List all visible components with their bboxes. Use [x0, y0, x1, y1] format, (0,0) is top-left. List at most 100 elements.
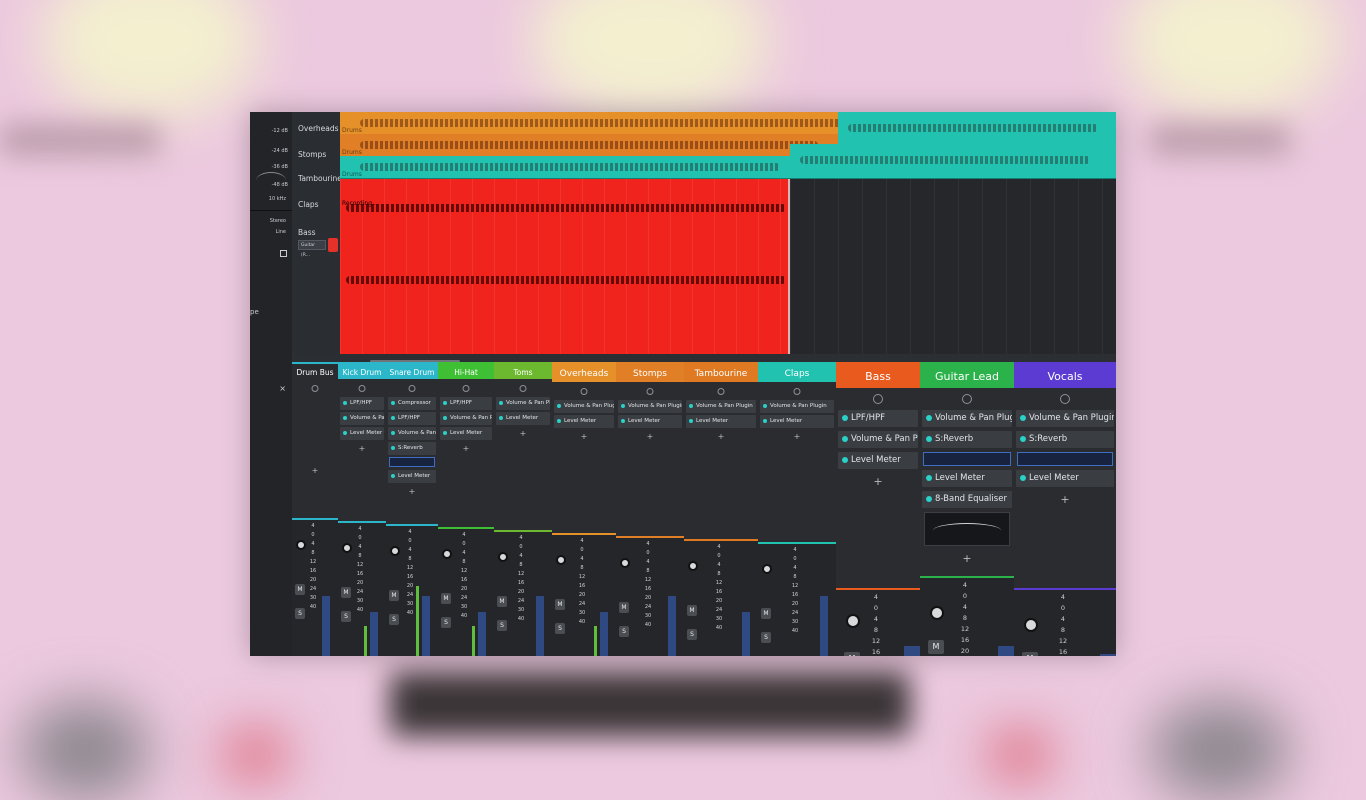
line-label[interactable]: Line — [276, 229, 286, 235]
add-plugin-button[interactable]: + — [758, 432, 836, 441]
plugin-enabled-icon[interactable] — [343, 415, 347, 420]
reverb-level-bar[interactable] — [923, 452, 1011, 466]
mute-button[interactable]: M — [687, 605, 697, 616]
solo-button[interactable]: S — [295, 608, 305, 619]
input-routing-icon[interactable] — [408, 385, 416, 392]
input-routing-icon[interactable] — [311, 385, 319, 392]
plugin-enabled-icon[interactable] — [443, 430, 447, 435]
solo-button[interactable]: S — [389, 614, 399, 625]
pan-knob[interactable] — [762, 564, 772, 574]
solo-button[interactable]: S — [761, 632, 771, 643]
plugin-enabled-icon[interactable] — [557, 418, 561, 423]
input-routing-icon[interactable] — [962, 394, 972, 404]
plugin-enabled-icon[interactable] — [621, 403, 625, 408]
mute-button[interactable]: M — [555, 599, 565, 610]
plugin-slot[interactable]: Level Meter — [618, 415, 682, 428]
solo-button[interactable]: S — [497, 620, 507, 631]
channel-name[interactable]: Stomps — [616, 362, 684, 382]
plugin-slot[interactable]: Volume & Pan Plugin — [686, 400, 756, 413]
track-name[interactable]: Stomps — [298, 150, 326, 159]
add-plugin-button[interactable]: + — [438, 444, 494, 453]
plugin-slot[interactable]: LPF/HPF — [388, 412, 436, 425]
input-routing-icon[interactable] — [1060, 394, 1070, 404]
pan-knob[interactable] — [930, 606, 944, 620]
channel-name[interactable]: Claps — [758, 362, 836, 382]
record-arm-button[interactable] — [328, 238, 338, 252]
plugin-slot[interactable]: LPF/HPF — [838, 410, 918, 427]
mute-button[interactable]: M — [844, 652, 860, 656]
plugin-enabled-icon[interactable] — [689, 418, 693, 423]
plugin-enabled-icon[interactable] — [1020, 414, 1026, 421]
add-plugin-button[interactable]: + — [684, 432, 758, 441]
channel-name[interactable]: Vocals — [1014, 362, 1116, 388]
add-plugin-button[interactable]: + — [386, 487, 438, 496]
plugin-slot[interactable]: Compressor — [388, 397, 436, 410]
plugin-enabled-icon[interactable] — [343, 400, 347, 405]
pan-knob[interactable] — [342, 543, 352, 553]
plugin-slot[interactable]: Volume & Pan Plugin — [496, 397, 550, 410]
plugin-slot[interactable]: Level Meter — [838, 452, 918, 469]
plugin-enabled-icon[interactable] — [443, 400, 447, 405]
channel-name[interactable]: Kick Drum — [338, 362, 386, 379]
add-plugin-button[interactable]: + — [338, 444, 386, 453]
add-plugin-button[interactable]: + — [920, 552, 1014, 565]
plugin-slot[interactable]: Volume & Pan Plugin — [760, 400, 834, 413]
track-lane[interactable]: Drums — [340, 156, 790, 179]
reverb-level-bar[interactable] — [389, 457, 435, 467]
plugin-enabled-icon[interactable] — [763, 418, 767, 423]
mute-button[interactable]: M — [389, 590, 399, 601]
plugin-slot[interactable]: Level Meter — [340, 427, 384, 440]
track-name[interactable]: Claps — [298, 200, 319, 209]
plugin-enabled-icon[interactable] — [842, 456, 848, 463]
input-routing-icon[interactable] — [580, 388, 588, 395]
pan-knob[interactable] — [556, 555, 566, 565]
track-name[interactable]: Tambourine — [298, 174, 342, 183]
arrange-view[interactable]: Overheads Stomps Tambourine Claps Bass Guitar… — [292, 112, 1116, 363]
add-plugin-button[interactable]: + — [1014, 493, 1116, 506]
plugin-enabled-icon[interactable] — [499, 415, 503, 420]
plugin-slot[interactable]: Level Meter — [554, 415, 614, 428]
plugin-enabled-icon[interactable] — [926, 414, 932, 421]
input-routing-icon[interactable] — [793, 388, 801, 395]
plugin-enabled-icon[interactable] — [689, 403, 693, 408]
pan-knob[interactable] — [296, 540, 306, 550]
solo-button[interactable]: S — [441, 617, 451, 628]
stereo-label[interactable]: Stereo — [270, 218, 286, 224]
add-plugin-button[interactable]: + — [494, 429, 552, 438]
pan-knob[interactable] — [498, 552, 508, 562]
mute-button[interactable]: M — [295, 584, 305, 595]
close-icon[interactable]: × — [279, 384, 286, 393]
plugin-enabled-icon[interactable] — [499, 400, 503, 405]
plugin-slot[interactable]: LPF/HPF — [440, 397, 492, 410]
bass-recording-clip[interactable]: Recording... — [340, 178, 790, 354]
plugin-slot[interactable]: Volume & Pan Plugin — [554, 400, 614, 413]
plugin-enabled-icon[interactable] — [557, 403, 561, 408]
input-routing-icon[interactable] — [873, 394, 883, 404]
pan-knob[interactable] — [620, 558, 630, 568]
plugin-slot[interactable]: Level Meter — [686, 415, 756, 428]
mute-button[interactable]: M — [761, 608, 771, 619]
track-lane[interactable]: Drums — [340, 134, 838, 157]
plugin-slot[interactable]: S:Reverb — [1016, 431, 1114, 448]
channel-name[interactable]: Toms — [494, 362, 552, 379]
solo-button[interactable]: S — [619, 626, 629, 637]
plugin-slot[interactable]: Volume & Pan Plugin — [388, 427, 436, 440]
empty-lane[interactable] — [790, 178, 1116, 354]
plugin-slot[interactable]: Volume & Pan Plugin — [922, 410, 1012, 427]
add-plugin-button[interactable]: + — [552, 432, 616, 441]
channel-name[interactable]: Bass — [836, 362, 920, 388]
add-plugin-button[interactable]: + — [292, 466, 338, 475]
plugin-enabled-icon[interactable] — [391, 415, 395, 420]
track-lane[interactable] — [838, 112, 1116, 145]
mute-button[interactable]: M — [619, 602, 629, 613]
plugin-slot[interactable]: Volume & Pan Plugin — [838, 431, 918, 448]
channel-name[interactable]: Tambourine — [684, 362, 758, 382]
channel-name[interactable]: Drum Bus — [292, 362, 338, 379]
plugin-enabled-icon[interactable] — [391, 400, 395, 405]
plugin-enabled-icon[interactable] — [926, 435, 932, 442]
channel-name[interactable]: Snare Drum — [386, 362, 438, 379]
input-routing-icon[interactable] — [646, 388, 654, 395]
mute-button[interactable]: M — [928, 640, 944, 654]
add-plugin-button[interactable]: + — [836, 475, 920, 488]
pan-knob[interactable] — [442, 549, 452, 559]
